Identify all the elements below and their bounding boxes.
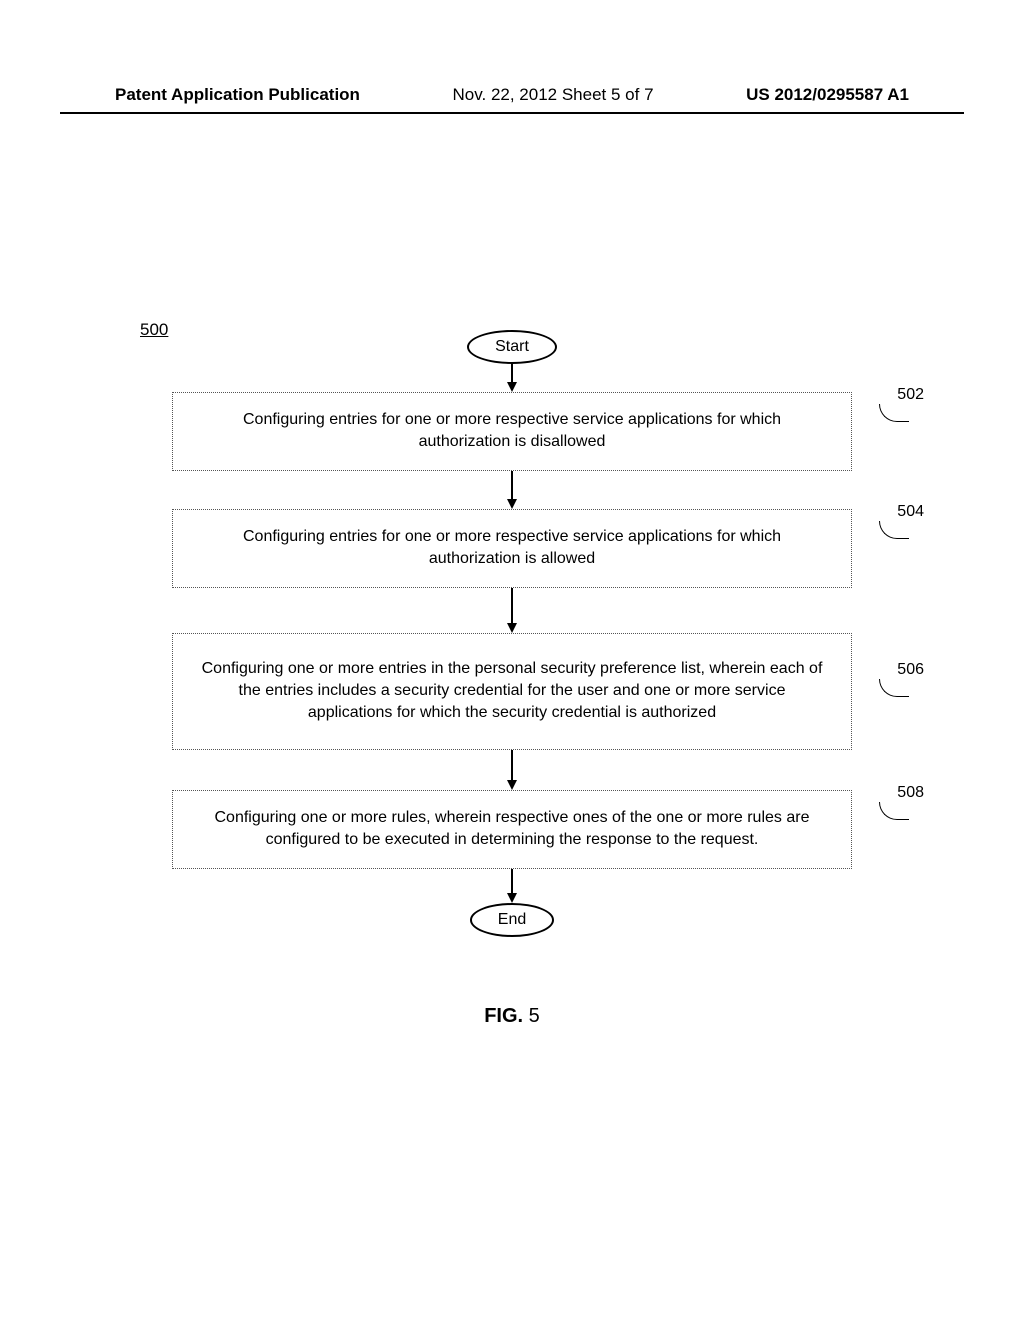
callout-connector-icon <box>879 679 909 697</box>
callout-connector-icon <box>879 404 909 422</box>
callout-label: 508 <box>897 784 924 802</box>
process-row-506: Configuring one or more entries in the p… <box>0 633 1024 750</box>
start-terminal: Start <box>467 330 557 364</box>
callout-connector-icon <box>879 521 909 539</box>
figure-caption-number: 5 <box>529 1005 540 1027</box>
callout-504: 504 <box>877 503 924 539</box>
process-box-508: Configuring one or more rules, wherein r… <box>172 790 852 869</box>
header-date-sheet: Nov. 22, 2012 Sheet 5 of 7 <box>453 85 654 105</box>
figure-caption: FIG. 5 <box>0 1005 1024 1028</box>
callout-508: 508 <box>877 784 924 820</box>
document-header: Patent Application Publication Nov. 22, … <box>0 85 1024 105</box>
flowchart: Start Configuring entries for one or mor… <box>0 330 1024 937</box>
process-box-504: Configuring entries for one or more resp… <box>172 509 852 588</box>
callout-502: 502 <box>877 386 924 422</box>
callout-label: 504 <box>897 503 924 521</box>
arrow-icon <box>507 588 517 633</box>
header-publication-number: US 2012/0295587 A1 <box>746 85 909 105</box>
arrow-icon <box>507 364 517 392</box>
callout-label: 502 <box>897 386 924 404</box>
process-row-508: Configuring one or more rules, wherein r… <box>0 790 1024 869</box>
end-terminal: End <box>470 903 554 937</box>
header-publication-type: Patent Application Publication <box>115 85 360 105</box>
process-row-504: Configuring entries for one or more resp… <box>0 509 1024 588</box>
figure-caption-prefix: FIG. <box>484 1005 528 1027</box>
process-row-502: Configuring entries for one or more resp… <box>0 392 1024 471</box>
callout-506: 506 <box>877 661 924 697</box>
arrow-icon <box>507 471 517 509</box>
header-divider <box>60 112 964 114</box>
arrow-icon <box>507 869 517 903</box>
process-box-502: Configuring entries for one or more resp… <box>172 392 852 471</box>
arrow-icon <box>507 750 517 790</box>
callout-connector-icon <box>879 802 909 820</box>
process-box-506: Configuring one or more entries in the p… <box>172 633 852 750</box>
callout-label: 506 <box>897 661 924 679</box>
